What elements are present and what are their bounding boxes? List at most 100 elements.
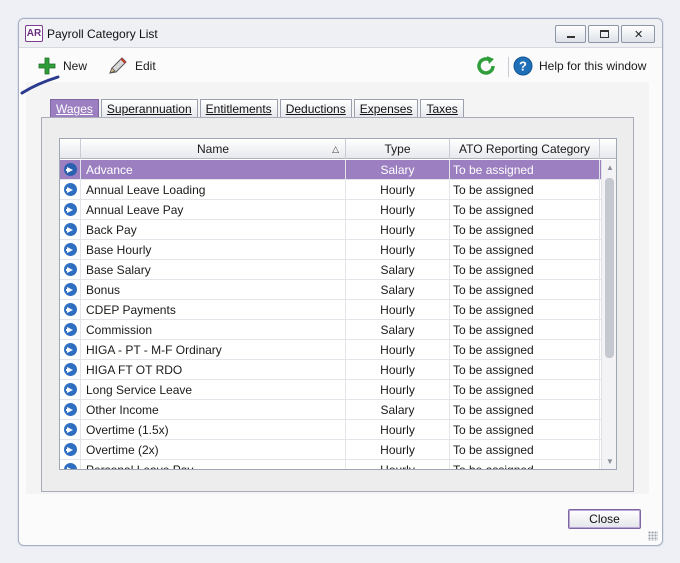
row-ato-category: To be assigned bbox=[450, 340, 600, 360]
row-icon-cell[interactable] bbox=[60, 160, 81, 180]
table-row[interactable]: HIGA - PT - M-F Ordinary Hourly To be assi… bbox=[60, 340, 601, 360]
go-arrow-icon[interactable] bbox=[64, 463, 77, 469]
go-arrow-icon[interactable] bbox=[64, 223, 77, 236]
row-icon-cell[interactable] bbox=[60, 300, 81, 320]
row-icon-cell[interactable] bbox=[60, 420, 81, 440]
pencil-icon bbox=[109, 57, 127, 74]
row-icon-cell[interactable] bbox=[60, 400, 81, 420]
scroll-up-icon[interactable]: ▲ bbox=[602, 160, 616, 176]
row-icon-cell[interactable] bbox=[60, 180, 81, 200]
table-row[interactable]: Base Hourly Hourly To be assigned bbox=[60, 240, 601, 260]
row-name: Advance bbox=[81, 160, 346, 180]
tab-wages[interactable]: Wages bbox=[50, 99, 99, 118]
row-icon-cell[interactable] bbox=[60, 340, 81, 360]
go-arrow-icon[interactable] bbox=[64, 243, 77, 256]
title-bar[interactable]: AR Payroll Category List ✕ bbox=[19, 19, 662, 48]
go-arrow-icon[interactable] bbox=[64, 443, 77, 456]
edit-button[interactable]: Edit bbox=[107, 55, 156, 77]
row-name: Base Hourly bbox=[81, 240, 346, 260]
row-ato-category: To be assigned bbox=[450, 240, 600, 260]
tab-deductions[interactable]: Deductions bbox=[279, 99, 352, 118]
go-arrow-icon[interactable] bbox=[64, 263, 77, 276]
help-button[interactable]: ? Help for this window bbox=[513, 55, 646, 77]
refresh-button[interactable] bbox=[475, 55, 497, 77]
table-row[interactable]: HIGA FT OT RDO Hourly To be assigned bbox=[60, 360, 601, 380]
table-row[interactable]: Annual Leave Loading Hourly To be assigned bbox=[60, 180, 601, 200]
table-row[interactable]: Base Salary Salary To be assigned bbox=[60, 260, 601, 280]
table-row[interactable]: CDEP Payments Hourly To be assigned bbox=[60, 300, 601, 320]
row-name: Bonus bbox=[81, 280, 346, 300]
row-ato-category: To be assigned bbox=[450, 420, 600, 440]
row-ato-category: To be assigned bbox=[450, 200, 600, 220]
row-ato-category: To be assigned bbox=[450, 400, 600, 420]
tab-taxes[interactable]: Taxes bbox=[420, 99, 464, 118]
table-row[interactable]: Long Service Leave Hourly To be assigned bbox=[60, 380, 601, 400]
minimize-button[interactable] bbox=[555, 25, 586, 43]
scroll-down-icon[interactable]: ▼ bbox=[602, 454, 616, 469]
row-icon-cell[interactable] bbox=[60, 440, 81, 460]
vertical-scrollbar[interactable]: ▲ ▼ bbox=[601, 160, 616, 469]
table-row[interactable]: Annual Leave Pay Hourly To be assigned bbox=[60, 200, 601, 220]
row-ato-category: To be assigned bbox=[450, 380, 600, 400]
header-type[interactable]: Type bbox=[346, 139, 450, 159]
table-row[interactable]: Advance Salary To be assigned bbox=[60, 160, 601, 180]
go-arrow-icon[interactable] bbox=[64, 403, 77, 416]
wages-tab-panel: Name △ Type ATO Reporting Category Advan… bbox=[41, 117, 634, 492]
table-row[interactable]: Personal Leave Pay Hourly To be assigned bbox=[60, 460, 601, 469]
toolbar-separator bbox=[508, 57, 509, 77]
row-type: Salary bbox=[346, 280, 450, 300]
tab-expenses[interactable]: Expenses bbox=[353, 99, 419, 118]
edit-label: Edit bbox=[135, 59, 156, 73]
row-icon-cell[interactable] bbox=[60, 240, 81, 260]
tab-superannuation[interactable]: Superannuation bbox=[100, 99, 198, 118]
close-button[interactable]: Close bbox=[568, 509, 641, 529]
row-type: Hourly bbox=[346, 240, 450, 260]
row-icon-cell[interactable] bbox=[60, 380, 81, 400]
close-icon: ✕ bbox=[634, 29, 644, 41]
row-icon-cell[interactable] bbox=[60, 460, 81, 469]
go-arrow-icon[interactable] bbox=[64, 343, 77, 356]
maximize-button[interactable] bbox=[588, 25, 619, 43]
window-title: Payroll Category List bbox=[47, 27, 158, 41]
row-ato-category: To be assigned bbox=[450, 280, 600, 300]
app-logo-icon: AR bbox=[25, 25, 43, 42]
go-arrow-icon[interactable] bbox=[64, 363, 77, 376]
table-row[interactable]: Other Income Salary To be assigned bbox=[60, 400, 601, 420]
row-type: Hourly bbox=[346, 440, 450, 460]
table-row[interactable]: Overtime (2x) Hourly To be assigned bbox=[60, 440, 601, 460]
tab-entitlements[interactable]: Entitlements bbox=[199, 99, 278, 118]
row-ato-category: To be assigned bbox=[450, 440, 600, 460]
row-ato-category: To be assigned bbox=[450, 300, 600, 320]
go-arrow-icon[interactable] bbox=[64, 323, 77, 336]
resize-grip-icon[interactable] bbox=[648, 531, 658, 541]
table-row[interactable]: Back Pay Hourly To be assigned bbox=[60, 220, 601, 240]
row-ato-category: To be assigned bbox=[450, 320, 600, 340]
header-name[interactable]: Name △ bbox=[81, 139, 346, 159]
row-name: Other Income bbox=[81, 400, 346, 420]
table-row[interactable]: Overtime (1.5x) Hourly To be assigned bbox=[60, 420, 601, 440]
toolbar: New Edit ? Help for this window bbox=[19, 49, 662, 83]
row-type: Hourly bbox=[346, 180, 450, 200]
row-icon-cell[interactable] bbox=[60, 260, 81, 280]
go-arrow-icon[interactable] bbox=[64, 283, 77, 296]
row-name: Annual Leave Pay bbox=[81, 200, 346, 220]
table-row[interactable]: Commission Salary To be assigned bbox=[60, 320, 601, 340]
row-icon-cell[interactable] bbox=[60, 280, 81, 300]
go-arrow-icon[interactable] bbox=[64, 383, 77, 396]
row-icon-cell[interactable] bbox=[60, 200, 81, 220]
go-arrow-icon[interactable] bbox=[64, 163, 77, 176]
go-arrow-icon[interactable] bbox=[64, 203, 77, 216]
payroll-category-grid: Name △ Type ATO Reporting Category Advan… bbox=[59, 138, 617, 470]
row-icon-cell[interactable] bbox=[60, 320, 81, 340]
scrollbar-thumb[interactable] bbox=[605, 178, 614, 358]
go-arrow-icon[interactable] bbox=[64, 303, 77, 316]
window-close-button[interactable]: ✕ bbox=[621, 25, 655, 43]
row-icon-cell[interactable] bbox=[60, 220, 81, 240]
row-ato-category: To be assigned bbox=[450, 160, 600, 180]
row-type: Hourly bbox=[346, 220, 450, 240]
go-arrow-icon[interactable] bbox=[64, 183, 77, 196]
table-row[interactable]: Bonus Salary To be assigned bbox=[60, 280, 601, 300]
row-icon-cell[interactable] bbox=[60, 360, 81, 380]
go-arrow-icon[interactable] bbox=[64, 423, 77, 436]
header-ato-reporting-category[interactable]: ATO Reporting Category bbox=[450, 139, 600, 159]
